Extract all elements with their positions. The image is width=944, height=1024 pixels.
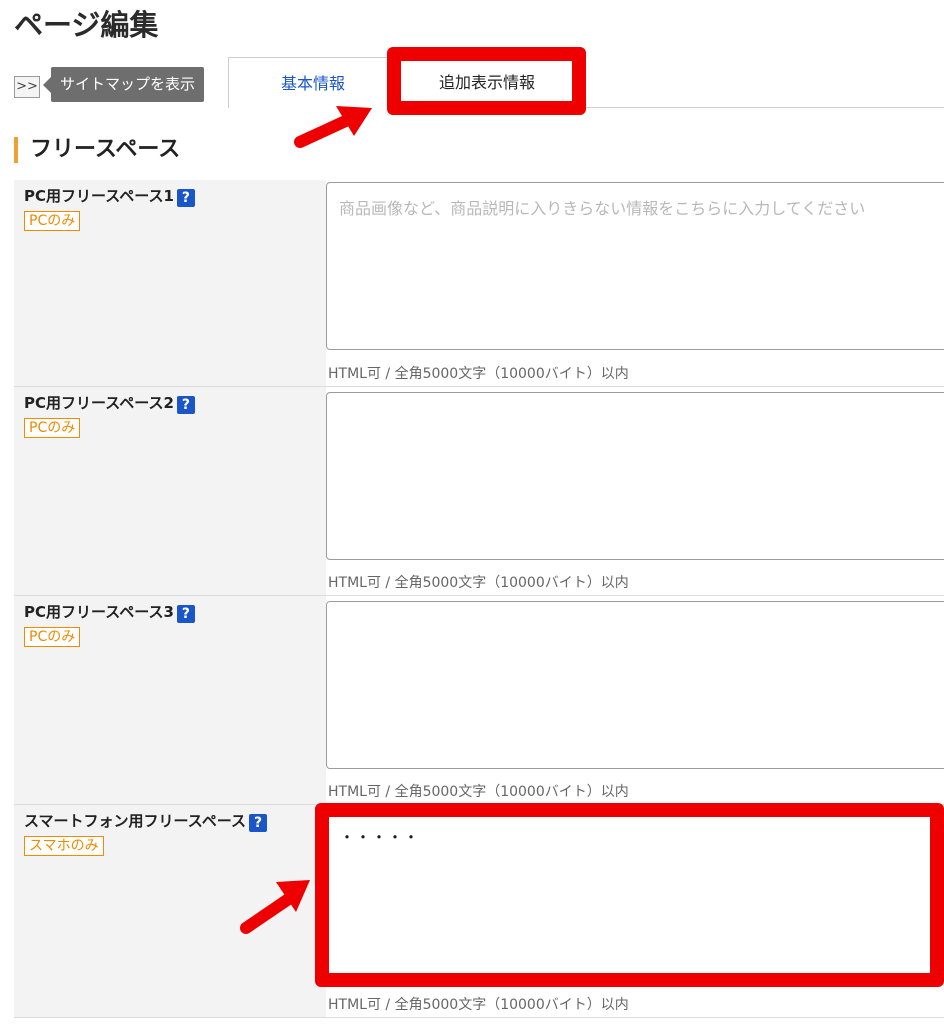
pc-only-badge: PCのみ <box>24 418 81 438</box>
free-space-row-pc1: PC用フリースペース1? PCのみ HTML可 / 全角5000文字（10000… <box>14 180 944 387</box>
free-space-row-smartphone: スマートフォン用フリースペース? スマホのみ ・・・・・ HTML可 / 全角5… <box>14 805 944 1018</box>
field-hint: HTML可 / 全角5000文字（10000バイト）以内 <box>328 784 629 800</box>
field-label-text: PC用フリースペース1 <box>24 187 174 205</box>
field-label-text: PC用フリースペース3 <box>24 603 174 621</box>
help-icon[interactable]: ? <box>176 396 195 414</box>
field-label: PC用フリースペース3? <box>24 601 195 623</box>
field-hint: HTML可 / 全角5000文字（10000バイト）以内 <box>328 575 629 591</box>
pc-free-space-2-textarea[interactable] <box>326 392 944 560</box>
sitemap-toggle-button[interactable]: >> <box>14 76 40 98</box>
field-label: PC用フリースペース1? <box>24 185 195 207</box>
section-heading: フリースペース <box>14 137 180 163</box>
help-icon[interactable]: ? <box>176 189 195 207</box>
smartphone-free-space-textarea[interactable]: ・・・・・ <box>326 811 944 979</box>
smartphone-only-badge: スマホのみ <box>24 836 104 856</box>
field-label-text: スマートフォン用フリースペース <box>24 812 247 830</box>
help-icon[interactable]: ? <box>176 605 195 623</box>
field-label: スマートフォン用フリースペース? <box>24 810 268 832</box>
tab-basic-info[interactable]: 基本情報 <box>228 57 398 108</box>
pc-free-space-3-textarea[interactable] <box>326 601 944 769</box>
free-space-row-pc3: PC用フリースペース3? PCのみ HTML可 / 全角5000文字（10000… <box>14 596 944 805</box>
pc-only-badge: PCのみ <box>24 627 81 647</box>
page-title: ページ編集 <box>14 8 159 42</box>
sitemap-tooltip: サイトマップを表示 <box>42 67 205 102</box>
field-label-text: PC用フリースペース2 <box>24 394 174 412</box>
field-label: PC用フリースペース2? <box>24 392 195 414</box>
pc-free-space-1-textarea[interactable] <box>326 182 944 350</box>
pc-only-badge: PCのみ <box>24 211 81 231</box>
field-hint: HTML可 / 全角5000文字（10000バイト）以内 <box>328 997 629 1013</box>
tab-additional-info[interactable]: 追加表示情報 <box>390 57 584 108</box>
field-hint: HTML可 / 全角5000文字（10000バイト）以内 <box>328 366 629 382</box>
free-space-row-pc2: PC用フリースペース2? PCのみ HTML可 / 全角5000文字（10000… <box>14 387 944 596</box>
help-icon[interactable]: ? <box>249 814 268 832</box>
